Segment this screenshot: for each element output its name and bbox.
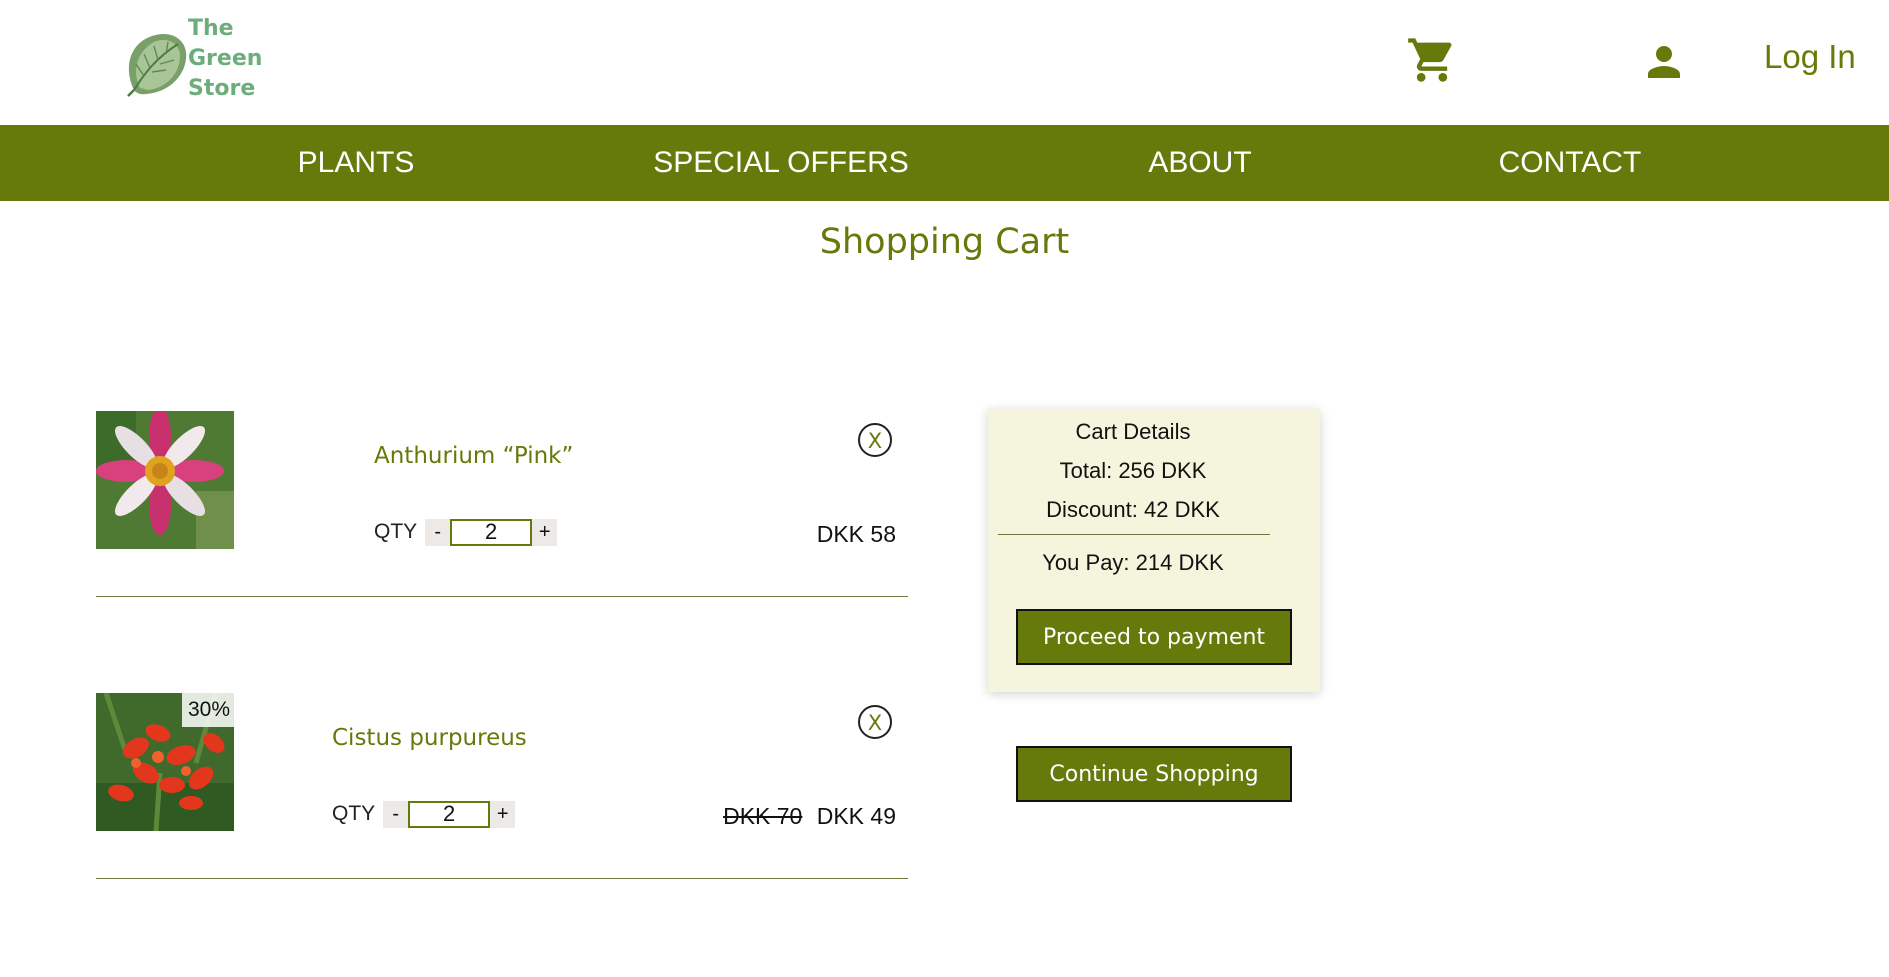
login-link[interactable]: Log In: [1764, 38, 1856, 76]
original-price: DKK 70: [723, 803, 803, 829]
quantity-stepper: QTY - +: [374, 518, 558, 546]
cart-details-panel: Cart Details Total: 256 DKK Discount: 42…: [988, 409, 1320, 692]
qty-increase-button[interactable]: +: [490, 800, 516, 828]
user-icon[interactable]: [1640, 38, 1688, 86]
leaf-logo-icon: [127, 33, 187, 97]
qty-label: QTY: [332, 802, 376, 825]
qty-decrease-button[interactable]: -: [425, 518, 451, 546]
cart-total: Total: 256 DKK: [1059, 458, 1207, 483]
main-nav: PLANTS SPECIAL OFFERS ABOUT CONTACT: [0, 125, 1889, 201]
divider: [998, 534, 1270, 535]
qty-input[interactable]: [450, 518, 533, 546]
cart-discount: Discount: 42 DKK: [1046, 497, 1220, 522]
logo-text: The Green Store: [188, 16, 263, 101]
item-price-value: DKK 49: [816, 803, 896, 829]
item-price: DKK 70 DKK 49: [723, 803, 896, 830]
cart-item: Anthurium “Pink” X QTY - + DKK 58: [96, 411, 908, 597]
nav-item-plants[interactable]: PLANTS: [298, 125, 415, 201]
nav-item-special-offers[interactable]: SPECIAL OFFERS: [653, 125, 909, 201]
qty-decrease-button[interactable]: -: [383, 800, 409, 828]
logo[interactable]: The Green Store: [122, 14, 282, 104]
site-header: The Green Store Log In: [0, 0, 1889, 125]
qty-input[interactable]: [408, 800, 491, 828]
nav-item-contact[interactable]: CONTACT: [1499, 125, 1642, 201]
remove-item-button[interactable]: X: [858, 423, 892, 457]
proceed-to-payment-button[interactable]: Proceed to payment: [1016, 609, 1292, 665]
product-image: [96, 411, 234, 549]
remove-item-button[interactable]: X: [858, 705, 892, 739]
discount-badge: 30%: [181, 693, 234, 727]
cart-item: 30% Cistus purpureus X QTY - + DKK 70 DK…: [96, 693, 908, 879]
nav-item-about[interactable]: ABOUT: [1148, 125, 1251, 201]
quantity-stepper: QTY - +: [332, 800, 516, 828]
qty-label: QTY: [374, 520, 418, 543]
item-price: DKK 58: [817, 521, 896, 548]
continue-shopping-button[interactable]: Continue Shopping: [1016, 746, 1292, 802]
qty-increase-button[interactable]: +: [532, 518, 558, 546]
product-image: 30%: [96, 693, 234, 831]
product-name[interactable]: Cistus purpureus: [332, 725, 527, 751]
item-price-value: DKK 58: [816, 521, 896, 547]
shopping-cart-icon[interactable]: [1406, 34, 1458, 86]
cart-details-title: Cart Details: [1075, 419, 1191, 444]
you-pay-amount: You Pay: 214 DKK: [1042, 550, 1224, 575]
page-title: Shopping Cart: [819, 222, 1070, 262]
product-name[interactable]: Anthurium “Pink”: [374, 443, 573, 469]
